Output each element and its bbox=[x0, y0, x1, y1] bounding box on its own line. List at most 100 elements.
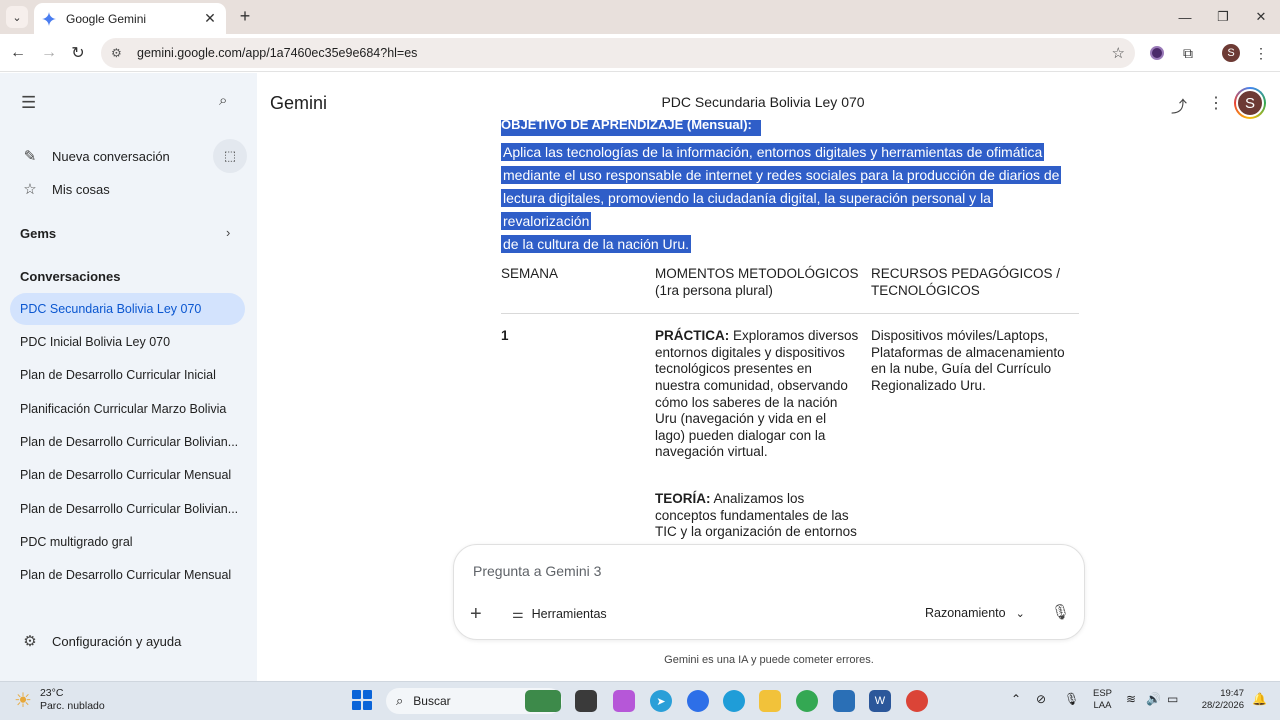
back-button[interactable]: ← bbox=[7, 42, 29, 64]
conversation-item[interactable]: PDC Inicial Bolivia Ley 070 bbox=[10, 326, 245, 358]
theory-label: TEORÍA: bbox=[655, 490, 711, 506]
edit-icon: ✎ bbox=[23, 148, 37, 165]
address-bar[interactable]: ⚙ gemini.google.com/app/1a7460ec35e9e684… bbox=[101, 38, 1135, 68]
arrow-right-icon: → bbox=[41, 44, 57, 61]
taskbar-search-label: Buscar bbox=[413, 694, 451, 708]
table-row: 1 PRÁCTICA: Exploramos diversos entornos… bbox=[501, 314, 1079, 542]
word-icon[interactable]: W bbox=[869, 690, 891, 712]
conversation-item[interactable]: PDC multigrado gral bbox=[10, 526, 245, 558]
chevron-right-icon[interactable]: › bbox=[226, 225, 230, 240]
copilot-icon[interactable] bbox=[613, 690, 635, 712]
objective-text[interactable]: Aplica las tecnologías de la información… bbox=[501, 141, 1081, 256]
site-info-icon[interactable]: ⚙ bbox=[111, 46, 127, 60]
tab-strip: ⌄ Google Gemini ✕ + — ❐ ✕ bbox=[0, 0, 1280, 34]
my-stuff-button[interactable]: ☆ Mis cosas bbox=[20, 177, 110, 201]
bookmark-star-icon[interactable]: ☆ bbox=[1112, 44, 1125, 62]
volume-icon[interactable]: 🔊 bbox=[1146, 692, 1161, 706]
resources-cell: Dispositivos móviles/Laptops, Plataforma… bbox=[871, 328, 1065, 393]
dashed-square-icon: ⬚ bbox=[223, 148, 237, 163]
new-tab-button[interactable]: + bbox=[234, 6, 256, 28]
zoom-icon[interactable] bbox=[687, 690, 709, 712]
chat-response: OBJETIVO DE APRENDIZAJE (Mensual): Aplic… bbox=[257, 120, 1280, 542]
share-icon[interactable]: ⤴ bbox=[1171, 93, 1187, 117]
star-outline-icon: ☆ bbox=[23, 181, 37, 198]
telegram-icon[interactable]: ➤ bbox=[650, 690, 672, 712]
conversation-item[interactable]: Planificación Curricular Marzo Bolivia bbox=[10, 393, 245, 425]
url-text: gemini.google.com/app/1a7460ec35e9e684?h… bbox=[137, 46, 418, 60]
column-header-week: SEMANA bbox=[501, 266, 655, 315]
menu-icon[interactable]: ☰ bbox=[21, 93, 36, 113]
search-icon[interactable]: ⌕ bbox=[219, 92, 227, 109]
gems-link[interactable]: Gems bbox=[20, 226, 56, 241]
tab-search-button[interactable]: ⌄ bbox=[6, 6, 28, 28]
folder-icon[interactable] bbox=[759, 690, 781, 712]
edge-icon[interactable] bbox=[723, 690, 745, 712]
conversation-title: PDC Secundaria Bolivia Ley 070 bbox=[661, 94, 865, 110]
puzzle-icon: ⧉ bbox=[1183, 44, 1193, 61]
extension-circle-icon bbox=[1150, 46, 1164, 60]
file-app-icon[interactable] bbox=[575, 690, 597, 712]
gemini-logo-icon bbox=[42, 11, 56, 26]
microphone-icon[interactable]: 🎙 bbox=[1051, 603, 1070, 621]
conversation-item-active[interactable]: PDC Secundaria Bolivia Ley 070 bbox=[10, 293, 245, 325]
settings-label: Configuración y ayuda bbox=[52, 633, 182, 649]
gear-icon: ⚙ bbox=[23, 633, 37, 650]
temporary-chat-button[interactable]: ⬚ bbox=[213, 139, 247, 173]
conversation-item[interactable]: Plan de Desarrollo Curricular Bolivian..… bbox=[10, 493, 245, 525]
avatar-initial: S bbox=[1236, 89, 1264, 117]
clock[interactable]: 19:47 28/2/2026 bbox=[1194, 688, 1244, 712]
objective-heading: OBJETIVO DE APRENDIZAJE (Mensual): bbox=[501, 120, 761, 136]
close-icon[interactable]: ✕ bbox=[202, 10, 218, 27]
gemini-brand[interactable]: Gemini bbox=[270, 93, 327, 114]
more-vertical-icon: ⋮ bbox=[1254, 44, 1268, 61]
temperature: 23°C bbox=[39, 687, 64, 699]
conversation-item[interactable]: Plan de Desarrollo Curricular Mensual bbox=[10, 459, 245, 491]
widgets-app-icon[interactable] bbox=[525, 690, 561, 712]
table-header-row: SEMANA MOMENTOS METODOLÓGICOS (1ra perso… bbox=[501, 266, 1079, 315]
tools-button[interactable]: ⚌ Herramientas bbox=[512, 606, 607, 622]
weather-condition: Parc. nublado bbox=[39, 700, 105, 712]
moments-cell: PRÁCTICA: Exploramos diversos entornos d… bbox=[655, 314, 871, 542]
profile-avatar: S bbox=[1222, 44, 1240, 62]
location-off-icon[interactable]: ⊘ bbox=[1036, 692, 1046, 706]
profile-button[interactable]: S bbox=[1220, 42, 1242, 64]
forward-button[interactable]: → bbox=[38, 42, 60, 64]
prompt-input[interactable]: Pregunta a Gemini 3 bbox=[473, 563, 601, 579]
language-indicator[interactable]: ESP LAA bbox=[1093, 688, 1112, 712]
plus-icon: + bbox=[470, 603, 482, 625]
reload-button[interactable]: ↻ bbox=[67, 42, 89, 64]
new-chat-button[interactable]: ✎ Nueva conversación bbox=[20, 144, 170, 168]
objective-line: Aplica las tecnologías de la información… bbox=[501, 143, 1045, 161]
windows-start-icon[interactable] bbox=[352, 690, 372, 710]
extensions-button[interactable]: ⧉ bbox=[1177, 42, 1199, 64]
wifi-icon[interactable]: ≋ bbox=[1126, 692, 1136, 706]
browser-tab[interactable]: Google Gemini ✕ bbox=[34, 3, 226, 34]
microphone-tray-icon[interactable]: 🎙 bbox=[1064, 692, 1079, 706]
extension-button[interactable] bbox=[1146, 42, 1168, 64]
weather-widget[interactable]: ☀ 23°C Parc. nublado bbox=[14, 687, 105, 713]
model-selector[interactable]: Razonamiento ⌄ bbox=[925, 606, 1025, 620]
browser-menu-button[interactable]: ⋮ bbox=[1250, 42, 1272, 64]
maximize-button[interactable]: ❐ bbox=[1204, 0, 1242, 34]
chrome-icon[interactable] bbox=[796, 690, 818, 712]
pdc-table: SEMANA MOMENTOS METODOLÓGICOS (1ra perso… bbox=[501, 266, 1079, 542]
more-vertical-icon[interactable]: ⋮ bbox=[1208, 93, 1224, 113]
disclaimer-text: Gemini es una IA y puede cometer errores… bbox=[664, 654, 874, 666]
conversation-item[interactable]: Plan de Desarrollo Curricular Mensual bbox=[10, 559, 245, 591]
settings-help-button[interactable]: ⚙ Configuración y ayuda bbox=[20, 629, 181, 653]
objective-line: lectura digitales, promoviendo la ciudad… bbox=[501, 189, 993, 230]
add-attachment-button[interactable]: + bbox=[470, 603, 482, 626]
chevron-up-icon[interactable]: ⌃ bbox=[1011, 692, 1021, 706]
objective-line: de la cultura de la nación Uru. bbox=[501, 235, 691, 253]
sliders-icon: ⚌ bbox=[512, 606, 524, 621]
search-icon: ⌕ bbox=[396, 693, 404, 708]
battery-icon[interactable]: ▭ bbox=[1167, 692, 1178, 706]
snipping-tool-icon[interactable] bbox=[833, 690, 855, 712]
minimize-button[interactable]: — bbox=[1166, 0, 1204, 34]
chrome-profile-icon[interactable] bbox=[906, 690, 928, 712]
account-avatar[interactable]: S bbox=[1234, 87, 1266, 119]
conversation-item[interactable]: Plan de Desarrollo Curricular Inicial bbox=[10, 359, 245, 391]
conversation-item[interactable]: Plan de Desarrollo Curricular Bolivian..… bbox=[10, 426, 245, 458]
notifications-icon[interactable]: 🔔 bbox=[1252, 692, 1267, 706]
window-close-button[interactable]: ✕ bbox=[1242, 0, 1280, 34]
